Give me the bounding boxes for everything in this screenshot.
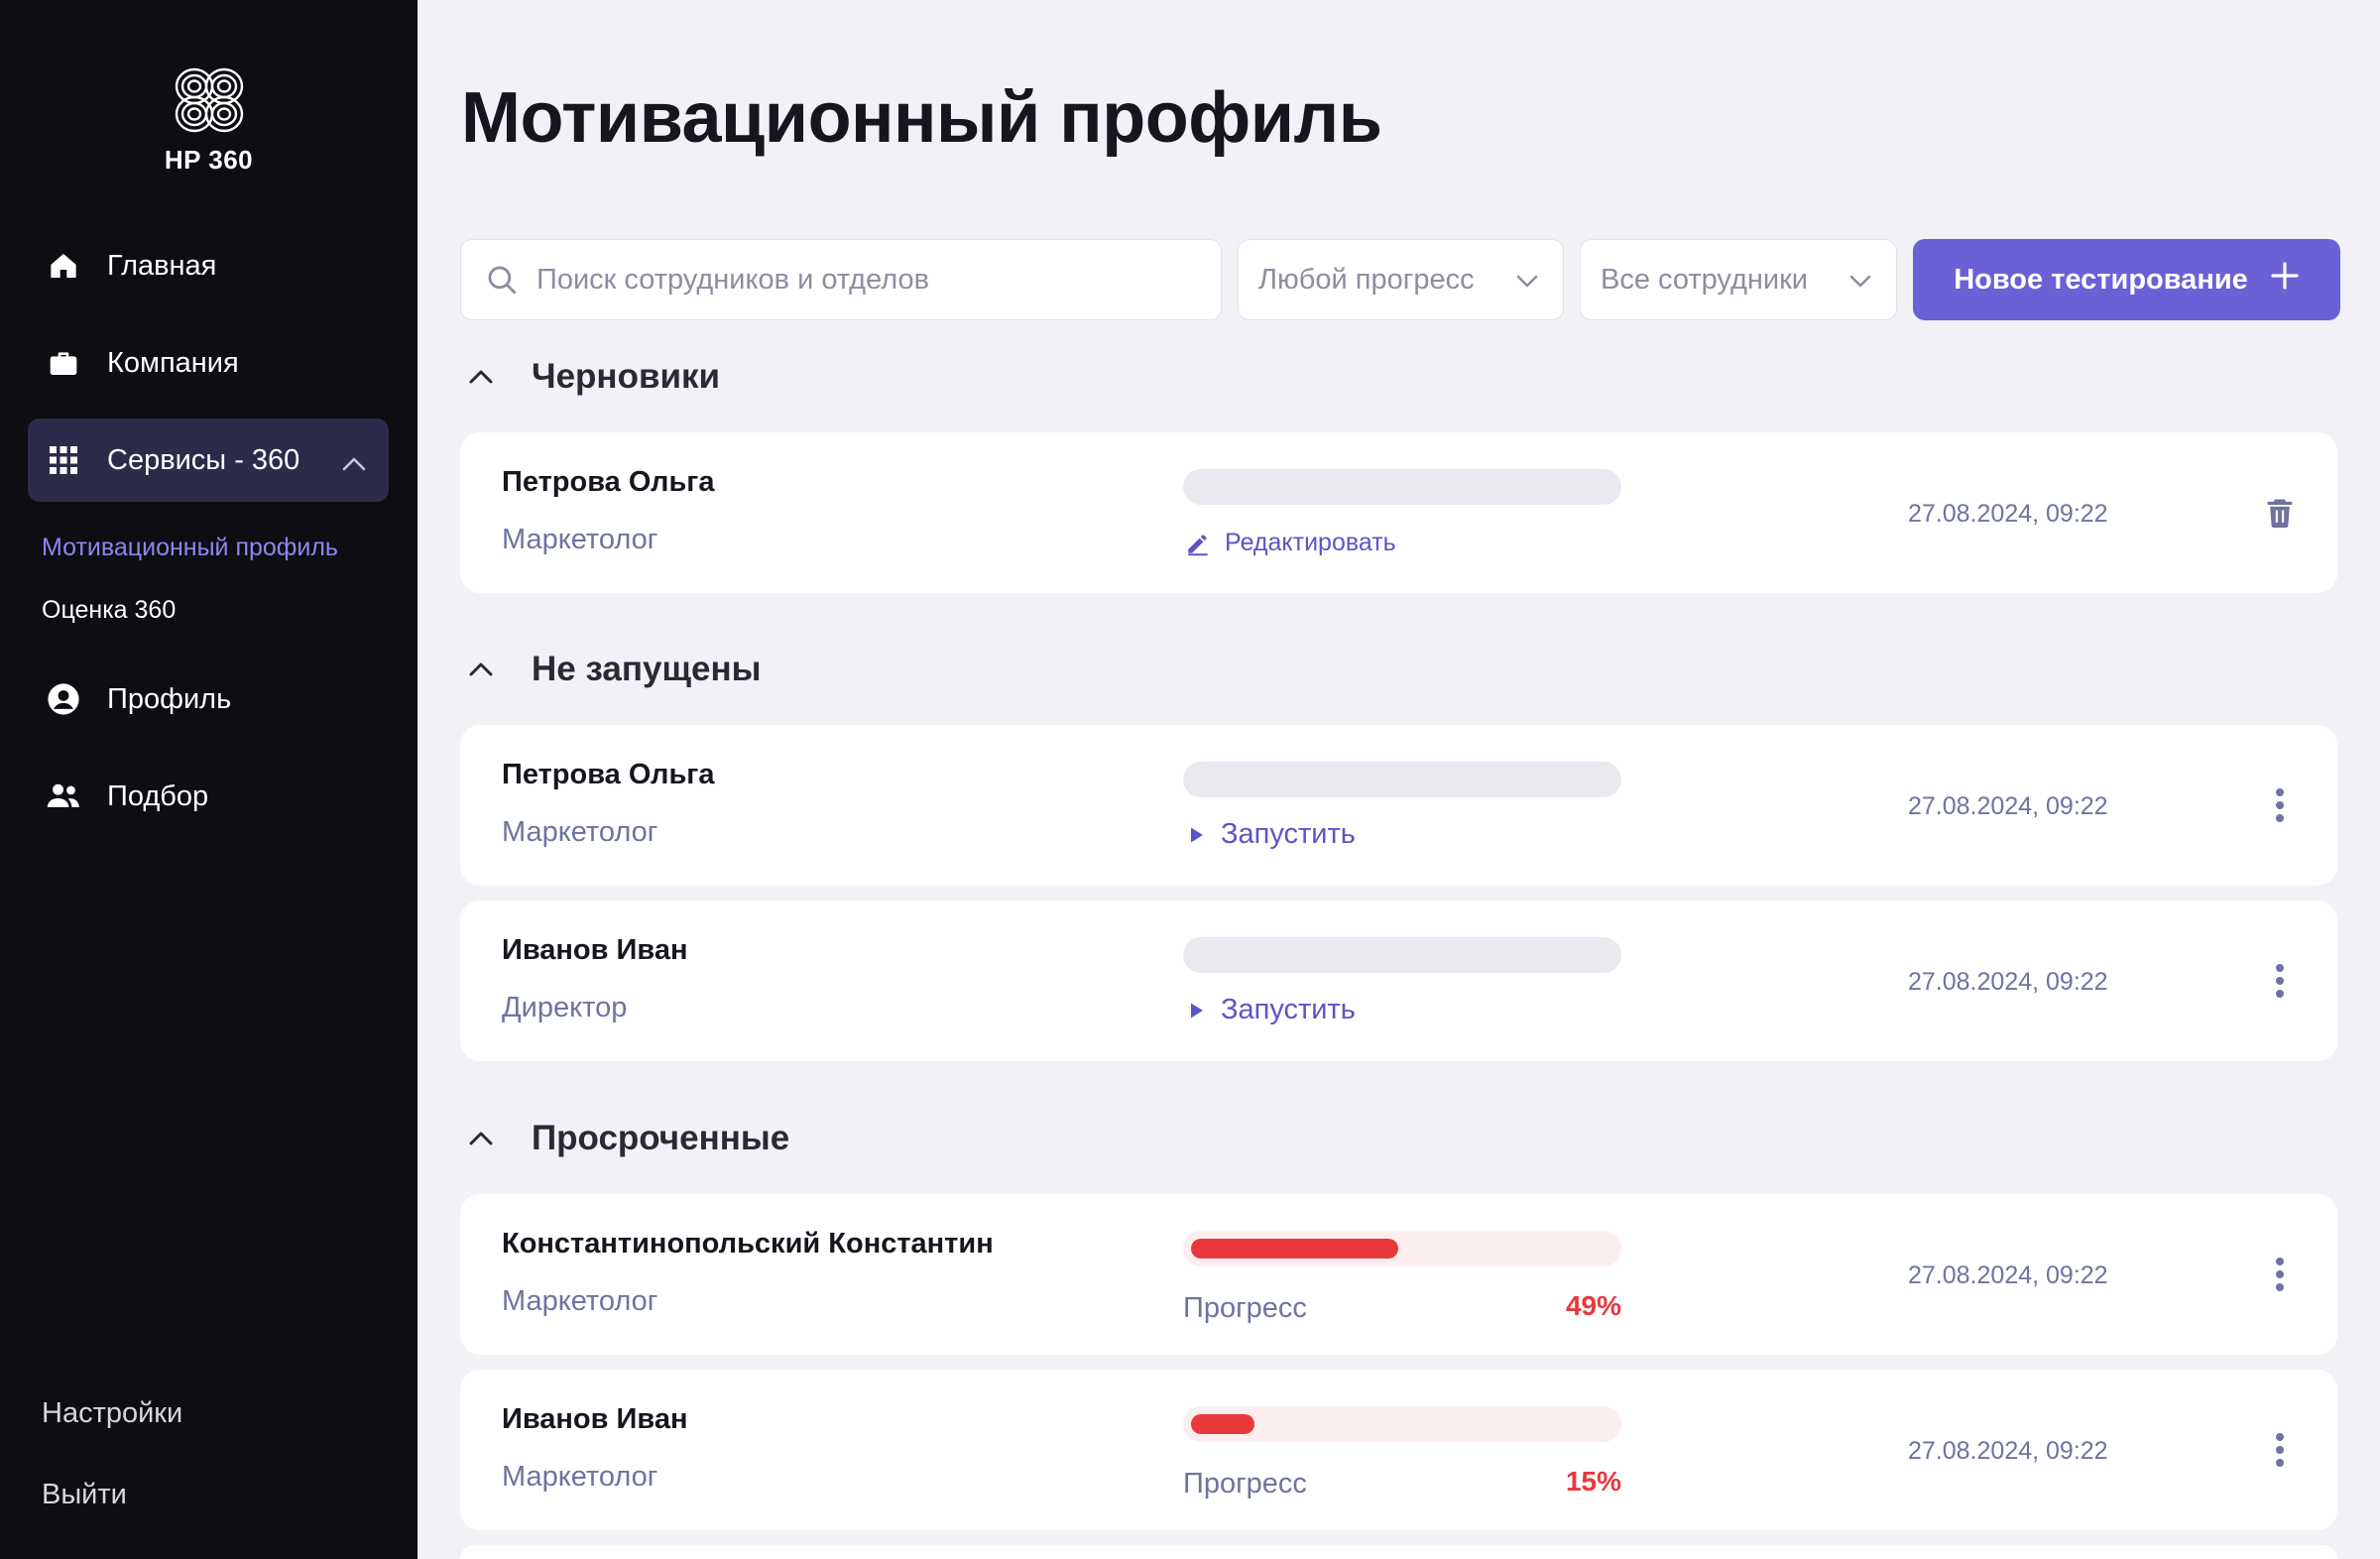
home-icon <box>46 248 81 284</box>
progress-label: Прогресс <box>1183 1292 1307 1324</box>
play-icon <box>1185 1000 1207 1021</box>
more-vertical-icon[interactable] <box>2257 1252 2303 1297</box>
start-button-label: Запустить <box>1221 994 1356 1025</box>
sidebar: HP 360 Главная Компания Сервисы - 360 Мо… <box>0 0 417 1559</box>
table-row[interactable]: Иванов Иван Маркетолог Прогресс 15% 27.0… <box>460 1370 2337 1530</box>
chevron-up-icon[interactable] <box>466 1124 496 1153</box>
nav-item-services[interactable]: Сервисы - 360 <box>28 419 389 502</box>
section-title: Просроченные <box>532 1119 790 1157</box>
more-vertical-icon[interactable] <box>2257 958 2303 1004</box>
more-vertical-icon[interactable] <box>2257 782 2303 828</box>
table-row[interactable]: Константинопольский Константин Маркетоло… <box>460 1194 2337 1355</box>
progress-fill <box>1191 1414 1254 1434</box>
progress-value: 49% <box>1565 1290 1621 1321</box>
sub-item-motivation-profile[interactable]: Мотивационный профиль <box>42 534 338 562</box>
trash-icon[interactable] <box>2257 490 2303 536</box>
progress-filter-dropdown[interactable]: Любой прогресс <box>1238 239 1564 320</box>
row-date: 27.08.2024, 09:22 <box>1908 1437 2108 1465</box>
progress-bar <box>1183 469 1621 505</box>
section-header-not-started[interactable]: Не запущены <box>466 650 762 689</box>
progress-bar <box>1183 937 1621 973</box>
nav-item-label: Главная <box>107 249 217 282</box>
progress-value: 15% <box>1565 1466 1621 1497</box>
progress-fill <box>1191 1239 1398 1259</box>
nav-item-label: Компания <box>107 346 239 379</box>
chevron-up-icon[interactable] <box>466 362 496 392</box>
search-input-placeholder[interactable]: Поиск сотрудников и отделов <box>536 264 929 297</box>
table-row-partial[interactable] <box>460 1545 2337 1559</box>
employees-filter-dropdown[interactable]: Все сотрудники <box>1580 239 1897 320</box>
progress-bar <box>1183 762 1621 797</box>
employee-name: Константинопольский Константин <box>502 1228 994 1259</box>
nav-item-label: Сервисы - 360 <box>107 443 300 476</box>
page-title: Мотивационный профиль <box>461 78 1382 158</box>
employee-role: Директор <box>502 992 628 1023</box>
employee-name: Петрова Ольга <box>502 466 715 498</box>
table-row[interactable]: Петрова Ольга Маркетолог Запустить 27.08… <box>460 725 2337 886</box>
new-test-button[interactable]: Новое тестирование <box>1913 239 2340 320</box>
section-title: Не запущены <box>532 650 762 688</box>
section-title: Черновики <box>532 357 721 396</box>
chevron-up-icon[interactable] <box>466 655 496 684</box>
logout-link[interactable]: Выйти <box>42 1479 127 1511</box>
section-header-overdue[interactable]: Просроченные <box>466 1119 789 1158</box>
section-header-drafts[interactable]: Черновики <box>466 357 720 397</box>
chevron-down-icon <box>1515 264 1539 297</box>
row-date: 27.08.2024, 09:22 <box>1908 500 2108 528</box>
nav-item-label: Подбор <box>107 780 209 812</box>
employee-role: Маркетолог <box>502 816 658 848</box>
employee-role: Маркетолог <box>502 1285 658 1317</box>
new-test-button-label: Новое тестирование <box>1954 263 2248 296</box>
nav-item-recruiting[interactable]: Подбор <box>28 755 389 838</box>
edit-button-label: Редактировать <box>1225 529 1396 556</box>
sub-item-assessment-360[interactable]: Оценка 360 <box>42 596 176 625</box>
table-row[interactable]: Иванов Иван Директор Запустить 27.08.202… <box>460 900 2337 1061</box>
employees-filter-value: Все сотрудники <box>1601 263 1808 296</box>
nav-item-company[interactable]: Компания <box>28 321 389 405</box>
start-button[interactable]: Запустить <box>1185 818 1356 851</box>
user-circle-icon <box>46 681 81 717</box>
employee-name: Петрова Ольга <box>502 759 715 790</box>
chevron-up-icon <box>341 448 367 481</box>
progress-bar <box>1183 1406 1621 1442</box>
employee-name: Иванов Иван <box>502 934 688 966</box>
grid-icon <box>46 442 81 478</box>
employee-name: Иванов Иван <box>502 1403 688 1435</box>
plus-icon <box>2270 261 2300 299</box>
nav-item-label: Профиль <box>107 682 232 715</box>
logo[interactable]: HP 360 <box>0 65 417 176</box>
chevron-down-icon <box>1848 264 1872 297</box>
edit-button[interactable]: Редактировать <box>1185 529 1396 557</box>
start-button-label: Запустить <box>1221 818 1356 850</box>
table-row[interactable]: Петрова Ольга Маркетолог Редактировать 2… <box>460 432 2337 593</box>
start-button[interactable]: Запустить <box>1185 994 1356 1026</box>
settings-link[interactable]: Настройки <box>42 1397 182 1430</box>
progress-bar <box>1183 1231 1621 1266</box>
pencil-icon <box>1185 531 1211 556</box>
nav-item-home[interactable]: Главная <box>28 224 389 307</box>
progress-label: Прогресс <box>1183 1468 1307 1499</box>
search-box[interactable]: Поиск сотрудников и отделов <box>460 239 1222 320</box>
search-icon <box>485 263 519 297</box>
logo-icon <box>175 67 243 133</box>
employee-role: Маркетолог <box>502 524 658 555</box>
nav-item-profile[interactable]: Профиль <box>28 658 389 741</box>
logo-text: HP 360 <box>164 145 254 175</box>
users-icon <box>46 779 81 814</box>
row-date: 27.08.2024, 09:22 <box>1908 792 2108 820</box>
row-date: 27.08.2024, 09:22 <box>1908 1261 2108 1289</box>
more-vertical-icon[interactable] <box>2257 1427 2303 1473</box>
play-icon <box>1185 824 1207 846</box>
employee-role: Маркетолог <box>502 1461 658 1493</box>
row-date: 27.08.2024, 09:22 <box>1908 968 2108 996</box>
progress-filter-value: Любой прогресс <box>1258 263 1475 296</box>
briefcase-icon <box>46 345 81 381</box>
